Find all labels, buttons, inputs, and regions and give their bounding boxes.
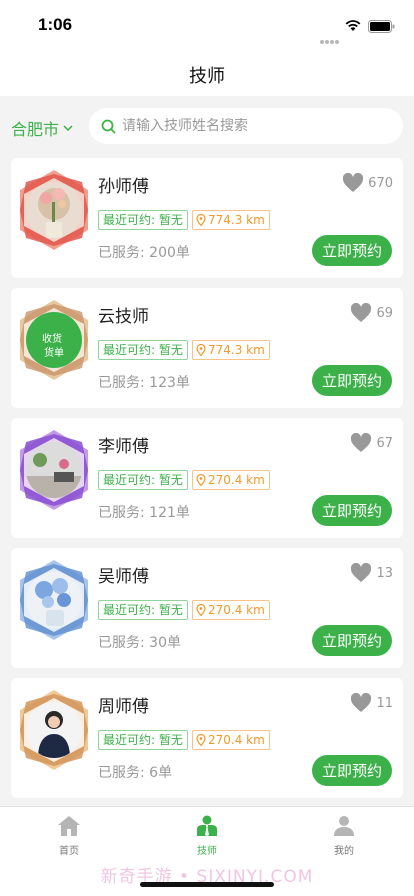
profile-icon: [334, 816, 354, 836]
avatar: [18, 560, 90, 640]
location-pin-icon: [196, 344, 206, 356]
blue-flowers-photo-icon: [26, 572, 82, 628]
home-icon: [58, 816, 80, 836]
search-icon: [101, 119, 116, 134]
distance-value: 270.4 km: [208, 473, 265, 487]
green-logo-icon: 收货 货单: [26, 312, 82, 368]
like-count: 67: [376, 435, 393, 451]
like-group[interactable]: 670: [342, 173, 393, 193]
book-button[interactable]: 立即预约: [312, 625, 392, 656]
served-count: 已服务: 123单: [98, 375, 190, 391]
like-group[interactable]: 67: [350, 433, 393, 453]
technician-card[interactable]: 李师傅 67 最近可约: 暂无 270.4 km 已服务: 121单 立即预约: [11, 418, 403, 538]
technician-card[interactable]: 收货 货单 云技师 69 最近可约: 暂无 774.3 km 已服务: 123单…: [11, 288, 403, 408]
book-button[interactable]: 立即预约: [312, 235, 392, 266]
distance-tag: 270.4 km: [192, 470, 270, 490]
battery-icon: [368, 20, 395, 33]
tab-home-label: 首页: [59, 846, 79, 857]
heart-icon: [351, 303, 372, 322]
heart-icon: [351, 563, 372, 582]
availability-tag: 最近可约: 暂无: [98, 340, 188, 360]
room-photo-icon: [26, 442, 82, 498]
tab-profile[interactable]: 我的: [314, 815, 374, 857]
signal-icon: [320, 29, 342, 44]
tab-home[interactable]: 首页: [39, 815, 99, 857]
served-count: 已服务: 6单: [98, 765, 173, 781]
svg-text:货单: 货单: [44, 346, 64, 359]
home-indicator: [140, 882, 274, 887]
served-count: 已服务: 121单: [98, 505, 190, 521]
woman-portrait-icon: [26, 702, 82, 758]
distance-value: 270.4 km: [208, 603, 265, 617]
distance-tag: 270.4 km: [192, 730, 270, 750]
like-count: 13: [376, 565, 393, 581]
nav-bar: 技师: [0, 50, 414, 96]
availability-tag: 最近可约: 暂无: [98, 470, 188, 490]
location-pin-icon: [196, 734, 206, 746]
status-time: 1:06: [38, 15, 73, 34]
served-count: 已服务: 200单: [98, 245, 190, 261]
heart-icon: [351, 433, 372, 452]
search-box[interactable]: [89, 108, 403, 144]
like-group[interactable]: 11: [350, 693, 393, 713]
avatar: [18, 170, 90, 250]
tab-technician-label: 技师: [197, 846, 217, 857]
avatar: [18, 430, 90, 510]
svg-text:收货: 收货: [42, 332, 62, 345]
heart-icon: [343, 173, 364, 192]
technician-card[interactable]: 孙师傅 670 最近可约: 暂无 774.3 km 已服务: 200单 立即预约: [11, 158, 403, 278]
availability-tag: 最近可约: 暂无: [98, 210, 188, 230]
like-count: 69: [376, 305, 393, 321]
like-group[interactable]: 69: [350, 303, 393, 323]
city-label: 合肥市: [11, 120, 60, 139]
technician-name: 周师傅: [98, 697, 149, 717]
distance-value: 774.3 km: [208, 213, 265, 227]
technician-card[interactable]: 吴师傅 13 最近可约: 暂无 270.4 km 已服务: 30单 立即预约: [11, 548, 403, 668]
technician-name: 吴师傅: [98, 567, 149, 587]
tab-profile-label: 我的: [334, 846, 354, 857]
location-pin-icon: [196, 474, 206, 486]
distance-tag: 774.3 km: [192, 210, 270, 230]
location-pin-icon: [196, 214, 206, 226]
search-row: 合肥市: [0, 96, 414, 158]
availability-tag: 最近可约: 暂无: [98, 730, 188, 750]
avatar: 收货 货单: [18, 300, 90, 380]
city-selector[interactable]: 合肥市: [11, 116, 73, 140]
technician-name: 孙师傅: [98, 177, 149, 197]
technician-name: 李师傅: [98, 437, 149, 457]
page-title: 技师: [189, 66, 225, 87]
technician-icon: [197, 815, 217, 836]
like-count: 670: [368, 175, 393, 191]
heart-icon: [351, 693, 372, 712]
availability-tag: 最近可约: 暂无: [98, 600, 188, 620]
location-pin-icon: [196, 604, 206, 616]
book-button[interactable]: 立即预约: [312, 495, 392, 526]
like-count: 11: [376, 695, 393, 711]
technician-name: 云技师: [98, 307, 149, 327]
status-bar: 1:06: [0, 0, 414, 50]
chevron-down-icon: [63, 125, 73, 131]
book-button[interactable]: 立即预约: [312, 365, 392, 396]
served-count: 已服务: 30单: [98, 635, 181, 651]
wifi-icon: [345, 20, 361, 31]
distance-value: 774.3 km: [208, 343, 265, 357]
tab-technician[interactable]: 技师: [177, 815, 237, 857]
flower-vase-photo-icon: [26, 182, 82, 238]
avatar: [18, 690, 90, 770]
book-button[interactable]: 立即预约: [312, 755, 392, 786]
distance-value: 270.4 km: [208, 733, 265, 747]
distance-tag: 774.3 km: [192, 340, 270, 360]
technician-card[interactable]: 周师傅 11 最近可约: 暂无 270.4 km 已服务: 6单 立即预约: [11, 678, 403, 798]
search-input[interactable]: [122, 118, 382, 134]
like-group[interactable]: 13: [350, 563, 393, 583]
distance-tag: 270.4 km: [192, 600, 270, 620]
